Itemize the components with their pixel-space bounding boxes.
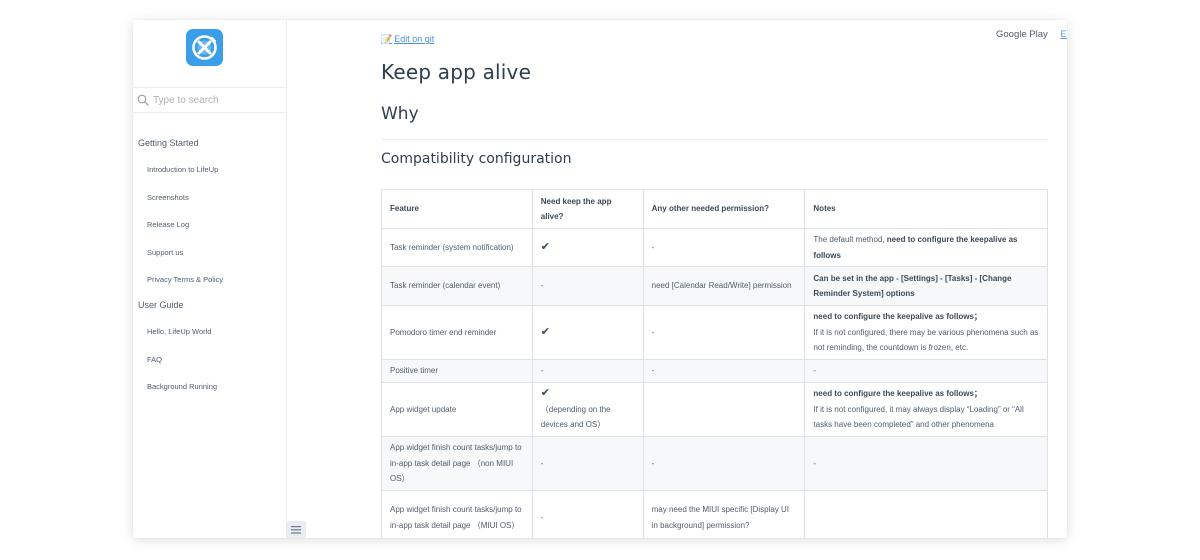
sidebar: Getting Started Introduction to LifeUp S… [133,20,287,538]
cell-permission: - [642,228,806,267]
checkmark-icon: ✔ [540,387,550,400]
edit-on-git-link[interactable]: 📝 Edit on git [381,34,434,45]
cell-permission: need [Calendar Read/Write] permission [642,266,806,306]
cell-notes [804,490,1048,538]
keep-alive-note: （depending on the devices and OS） [540,404,611,430]
divider [381,139,1048,140]
logo-icon [192,35,217,60]
cell-feature: Pomodoro timer end reminder [381,305,533,360]
heading-compatibility: Compatibility configuration [381,151,572,167]
table-row: App widget finish count tasks/jump to in… [381,490,1048,538]
cell-keep-alive: ✔ [531,228,644,267]
table-row: Task reminder (system notification) ✔ - The… [381,228,1048,267]
notes-detail-text: If it is not configured, it may always d… [813,404,1024,430]
main-content: 📝 Edit on git Keep app alive Why Compatib… [381,20,1049,538]
table-row: Pomodoro timer end reminder ✔ - need to con… [381,305,1048,360]
notes-detail-text: If it is not configured, there may be va… [813,327,1039,353]
nav-item-screenshots[interactable]: Screenshots [147,193,189,202]
lifeup-logo[interactable] [186,29,223,66]
nav-section-user-guide[interactable]: User Guide [138,300,184,310]
table-row: Task reminder (calendar event) - need [Cal… [381,266,1048,306]
cell-keep-alive: - [531,359,644,383]
checkmark-icon: ✔ [540,240,550,253]
cell-feature: Task reminder (system notification) [381,228,533,267]
compatibility-table: Feature Need keep the app alive? Any oth… [381,189,1048,538]
nav-item-hello-world[interactable]: Hello, LifeUp World [147,327,211,336]
cell-feature: App widget finish count tasks/jump to in… [381,436,533,491]
notes-text: - [813,458,817,468]
table-header: Notes [804,189,1048,229]
search-input[interactable] [153,91,283,110]
cell-keep-alive: - [531,436,644,491]
table-row: App widget finish count tasks/jump to in… [381,436,1048,491]
table-row: App widget update ✔ （depending on the devi… [381,382,1048,437]
nav-item-support-us[interactable]: Support us [147,248,183,257]
search-box [133,87,287,113]
nav-item-faq[interactable]: FAQ [147,355,162,364]
cell-permission: - [642,436,806,491]
language-link[interactable]: En [1060,29,1067,40]
nav-section-getting-started[interactable]: Getting Started [138,138,199,148]
cell-feature: App widget update [381,382,533,437]
notes-text: - [813,366,817,376]
checkmark-icon: ✔ [540,325,550,338]
nav-item-background-running[interactable]: Background Running [147,382,217,391]
cell-notes: - [804,436,1048,491]
cell-keep-alive: - [531,266,644,306]
cell-feature: Task reminder (calendar event) [381,266,533,306]
cell-feature: Positive timer [381,359,533,383]
cell-keep-alive: ✔ （depending on the devices and OS） [531,382,644,437]
app-window: Getting Started Introduction to LifeUp S… [133,20,1067,538]
cell-keep-alive: ✔ [531,305,644,360]
notes-bold-text: Can be set in the app - [Settings] - [Ta… [813,273,1012,299]
table-header: Any other needed permission? [642,189,806,229]
cell-keep-alive: - [531,490,644,538]
memo-icon: 📝 [381,34,393,44]
notes-bold-text: need to configure the keepalive as follo… [813,312,982,322]
table-row: Positive timer - - - [381,359,1048,383]
nav-item-privacy[interactable]: Privacy Terms & Policy [147,275,223,284]
table-header: Need keep the app alive? [531,189,644,229]
heading-why: Why [381,104,419,124]
cell-permission [642,382,806,437]
search-icon [137,94,149,106]
cell-permission: - [642,359,806,383]
cell-feature: App widget finish count tasks/jump to in… [381,490,533,538]
nav-item-release-log[interactable]: Release Log [147,220,189,229]
page-title: Keep app alive [381,60,532,84]
cell-permission: may need the MIUI specific [Display UI i… [642,490,806,538]
edit-on-git-label: Edit on git [394,34,435,44]
cell-notes: The default method, need to configure th… [804,228,1048,267]
cell-notes: need to configure the keepalive as follo… [804,382,1048,437]
notes-bold-text: need to configure the keepalive as follo… [813,389,982,399]
cell-notes: - [804,359,1048,383]
cell-permission: - [642,305,806,360]
cell-notes: Can be set in the app - [Settings] - [Ta… [804,266,1048,306]
notes-text: The default method, [813,235,887,244]
table-body: Task reminder (system notification) ✔ - The… [381,228,1048,538]
table-header: Feature [381,189,533,229]
sidebar-toggle-button[interactable] [286,521,306,538]
nav-item-introduction[interactable]: Introduction to LifeUp [147,165,218,174]
cell-notes: need to configure the keepalive as follo… [804,305,1048,360]
table-header-row: Feature Need keep the app alive? Any oth… [381,189,1048,229]
menu-icon [291,526,301,534]
